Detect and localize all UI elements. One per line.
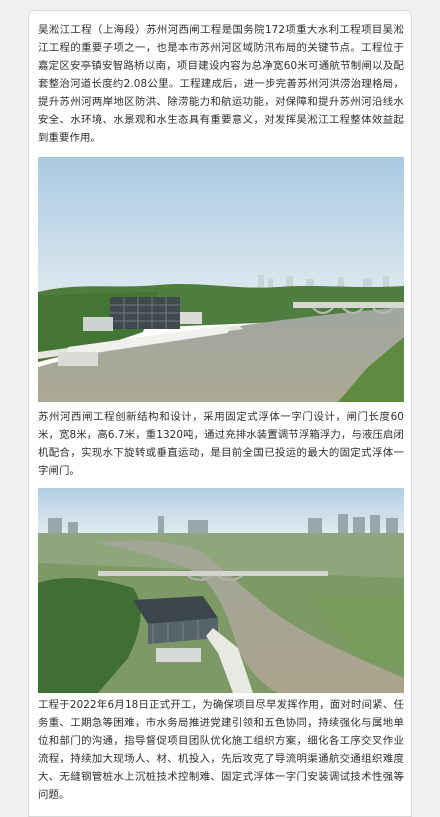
article-paragraph-construction: 工程于2022年6月18日正式开工，为确保项目尽早发挥作用，面对时间紧、任务重、… xyxy=(38,699,404,801)
article-paragraph-gate-design: 苏州河西闸工程创新结构和设计，采用固定式浮体一字门设计，闸门长度60米，宽8米，… xyxy=(38,411,404,477)
article-card: 吴淞江工程（上海段）苏州河西闸工程是国务院172项重大水利工程项目吴淞江工程的重… xyxy=(28,10,412,817)
photo-sluice-aerial-river xyxy=(38,488,404,693)
article-paragraph-intro: 吴淞江工程（上海段）苏州河西闸工程是国务院172项重大水利工程项目吴淞江工程的重… xyxy=(38,24,404,144)
photo-sluice-aerial-side xyxy=(38,157,404,402)
